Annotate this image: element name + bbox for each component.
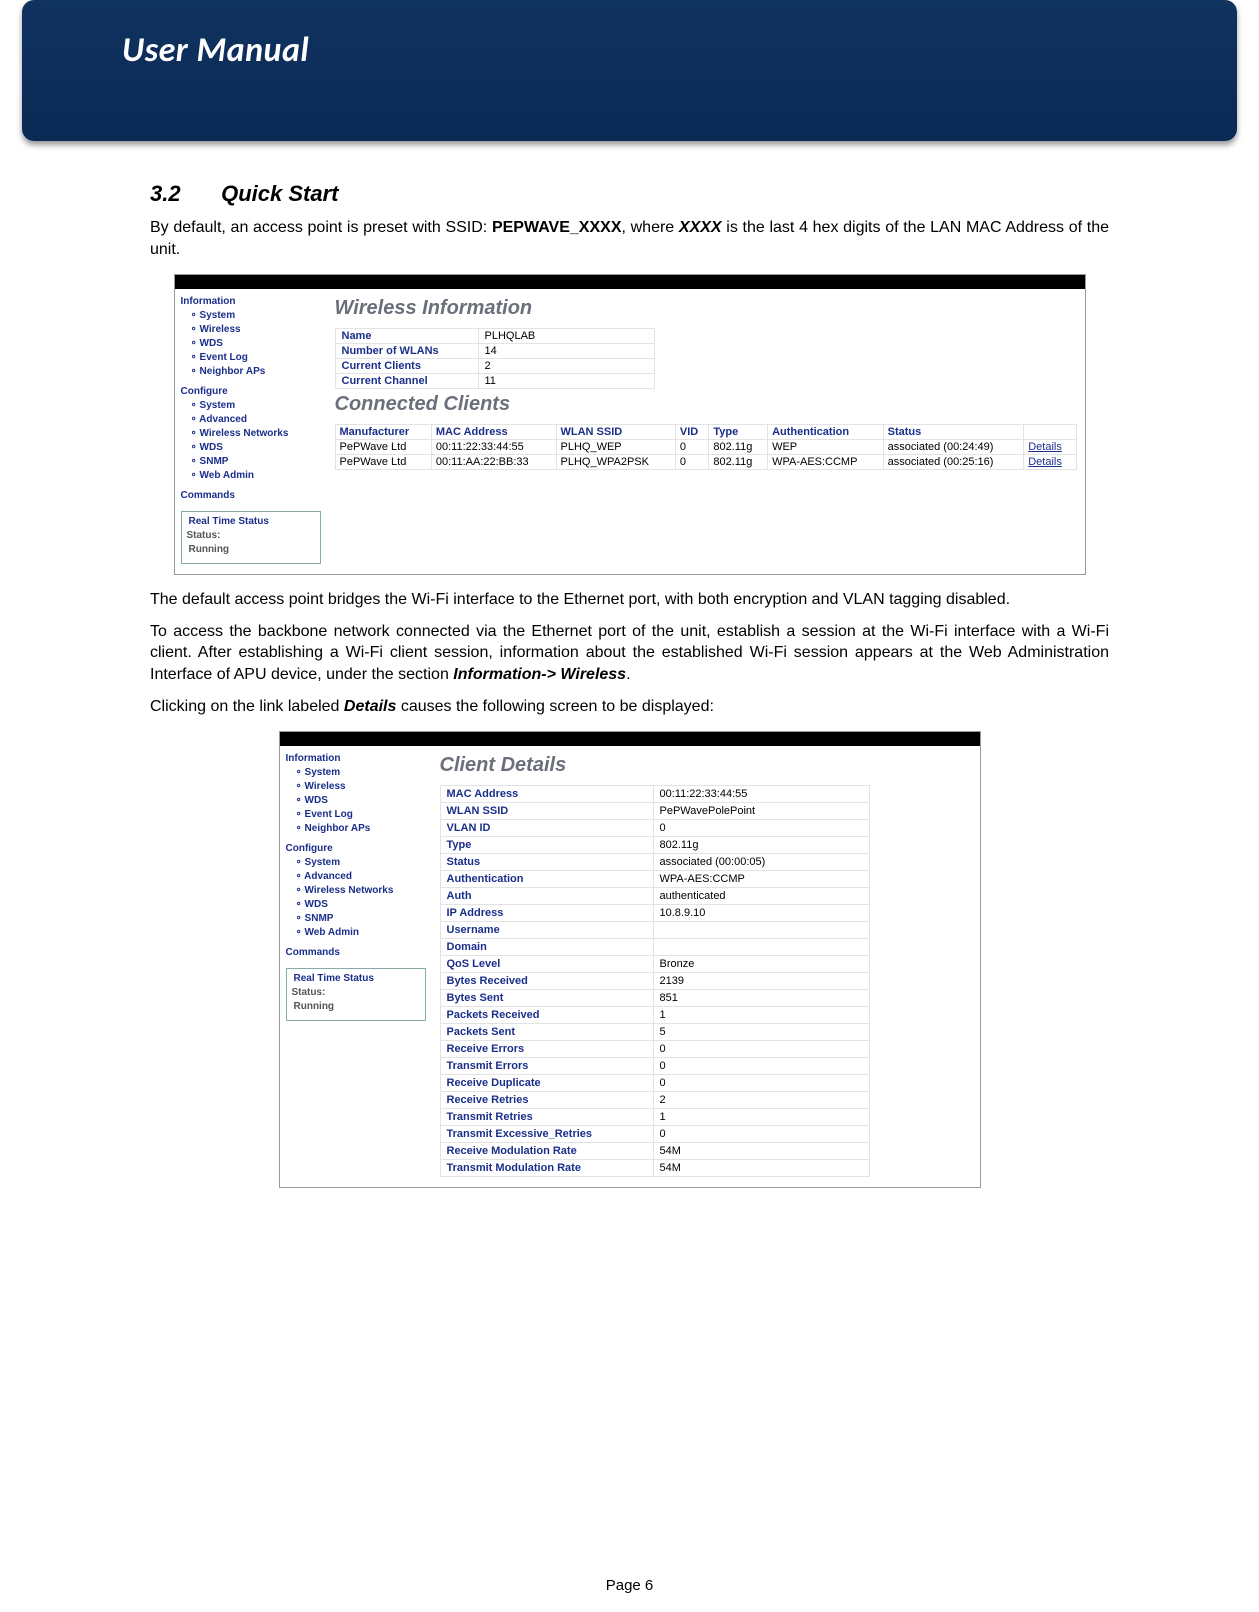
- paragraph-intro: By default, an access point is preset wi…: [150, 217, 1109, 260]
- wi-name-label: Name: [335, 329, 478, 344]
- nav-item-wds[interactable]: ∘ WDS: [286, 794, 426, 808]
- doc-banner-title: User Manual: [22, 30, 1237, 71]
- wi-wlancount-label: Number of WLANs: [335, 344, 478, 359]
- nav-item-conf-advanced[interactable]: ∘ Advanced: [286, 870, 426, 884]
- table-row: PePWave Ltd 00:11:22:33:44:55 PLHQ_WEP 0…: [335, 440, 1076, 455]
- embed1-sidebar: Information ∘ System ∘ Wireless ∘ WDS ∘ …: [175, 289, 327, 574]
- nav-item-conf-webadmin[interactable]: ∘ Web Admin: [181, 469, 321, 483]
- embed-blackbar: [175, 275, 1085, 289]
- cc-th-type: Type: [709, 425, 768, 440]
- wi-wlancount-value: 14: [478, 344, 654, 359]
- section-heading: 3.2 Quick Start: [150, 181, 1109, 207]
- embed2-sidebar: Information ∘ System ∘ Wireless ∘ WDS ∘ …: [280, 746, 432, 1187]
- cc-th-manufacturer: Manufacturer: [335, 425, 431, 440]
- cc-th-auth: Authentication: [768, 425, 884, 440]
- rts-status-label: Status:: [187, 530, 221, 541]
- cc-th-vid: VID: [675, 425, 708, 440]
- realtime-status-box: Real Time Status Status: Running: [181, 511, 321, 564]
- nav-heading-information: Information: [286, 752, 426, 766]
- panel-title-client-details: Client Details: [440, 754, 972, 777]
- nav-item-conf-snmp[interactable]: ∘ SNMP: [286, 912, 426, 926]
- wi-channel-value: 11: [478, 374, 654, 389]
- rts-status-value: Running: [292, 1001, 335, 1012]
- nav-item-conf-system[interactable]: ∘ System: [181, 399, 321, 413]
- rts-status-value: Running: [187, 544, 230, 555]
- details-link[interactable]: Details: [1028, 456, 1062, 468]
- nav-item-eventlog[interactable]: ∘ Event Log: [286, 808, 426, 822]
- panel-title-wireless-info: Wireless Information: [335, 297, 1077, 320]
- nav-item-conf-wds[interactable]: ∘ WDS: [181, 441, 321, 455]
- nav-item-wds[interactable]: ∘ WDS: [181, 337, 321, 351]
- nav-item-conf-wireless[interactable]: ∘ Wireless Networks: [286, 884, 426, 898]
- nav-heading-configure: Configure: [181, 385, 321, 399]
- panel-title-connected-clients: Connected Clients: [335, 393, 1077, 416]
- embedded-ui-client-details: Information ∘ System ∘ Wireless ∘ WDS ∘ …: [279, 731, 981, 1188]
- wi-channel-label: Current Channel: [335, 374, 478, 389]
- paragraph-details-link: Clicking on the link labeled Details cau…: [150, 696, 1109, 718]
- nav-item-eventlog[interactable]: ∘ Event Log: [181, 351, 321, 365]
- nav-item-conf-snmp[interactable]: ∘ SNMP: [181, 455, 321, 469]
- paragraph-backbone: To access the backbone network connected…: [150, 621, 1109, 686]
- nav-item-neighboraps[interactable]: ∘ Neighbor APs: [286, 822, 426, 836]
- nav-heading-commands: Commands: [286, 946, 426, 960]
- connected-clients-table: Manufacturer MAC Address WLAN SSID VID T…: [335, 424, 1077, 470]
- paragraph-bridge: The default access point bridges the Wi-…: [150, 589, 1109, 611]
- section-title: Quick Start: [221, 181, 338, 206]
- realtime-status-box: Real Time Status Status: Running: [286, 968, 426, 1021]
- nav-item-system[interactable]: ∘ System: [181, 309, 321, 323]
- nav-item-conf-wireless[interactable]: ∘ Wireless Networks: [181, 427, 321, 441]
- nav-item-neighboraps[interactable]: ∘ Neighbor APs: [181, 365, 321, 379]
- section-number: 3.2: [150, 181, 215, 207]
- wireless-info-table: NamePLHQLAB Number of WLANs14 Current Cl…: [335, 328, 655, 389]
- rts-status-label: Status:: [292, 987, 326, 998]
- page-number: Page 6: [0, 1577, 1259, 1594]
- nav-item-wireless[interactable]: ∘ Wireless: [181, 323, 321, 337]
- wi-clients-label: Current Clients: [335, 359, 478, 374]
- nav-heading-configure: Configure: [286, 842, 426, 856]
- realtime-status-legend: Real Time Status: [187, 515, 271, 529]
- details-link[interactable]: Details: [1028, 441, 1062, 453]
- table-row: PePWave Ltd 00:11:AA:22:BB:33 PLHQ_WPA2P…: [335, 455, 1076, 470]
- wi-clients-value: 2: [478, 359, 654, 374]
- nav-item-system[interactable]: ∘ System: [286, 766, 426, 780]
- nav-item-conf-system[interactable]: ∘ System: [286, 856, 426, 870]
- embed-blackbar: [280, 732, 980, 746]
- realtime-status-legend: Real Time Status: [292, 972, 376, 986]
- nav-heading-commands: Commands: [181, 489, 321, 503]
- embedded-ui-wireless-info: Information ∘ System ∘ Wireless ∘ WDS ∘ …: [174, 274, 1086, 575]
- client-details-table: MAC Address00:11:22:33:44:55 WLAN SSIDPe…: [440, 785, 870, 1177]
- nav-item-conf-advanced[interactable]: ∘ Advanced: [181, 413, 321, 427]
- nav-item-conf-wds[interactable]: ∘ WDS: [286, 898, 426, 912]
- cc-th-mac: MAC Address: [431, 425, 556, 440]
- nav-item-conf-webadmin[interactable]: ∘ Web Admin: [286, 926, 426, 940]
- wi-name-value: PLHQLAB: [478, 329, 654, 344]
- cc-th-status: Status: [883, 425, 1024, 440]
- nav-heading-information: Information: [181, 295, 321, 309]
- nav-item-wireless[interactable]: ∘ Wireless: [286, 780, 426, 794]
- cc-th-ssid: WLAN SSID: [556, 425, 675, 440]
